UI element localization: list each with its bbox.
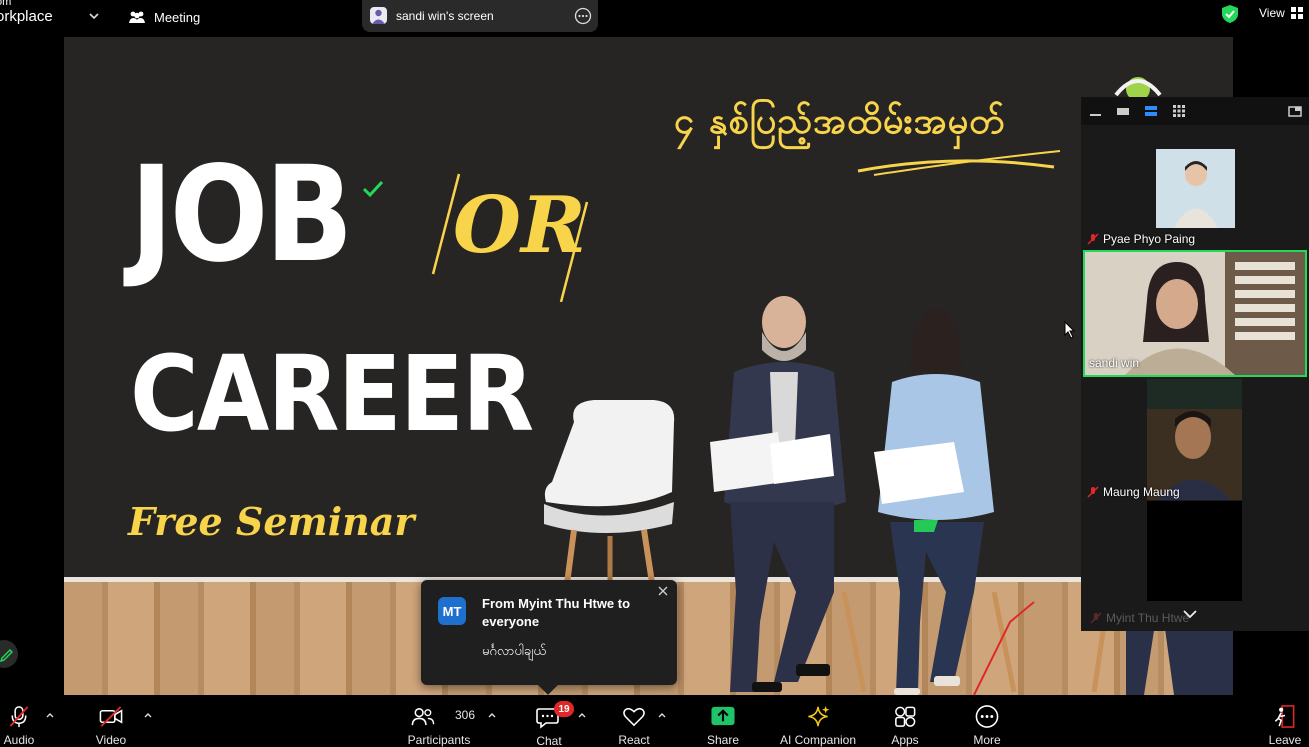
gallery-grid-icon[interactable] bbox=[1171, 103, 1187, 119]
audio-button[interactable]: Audio bbox=[0, 695, 38, 747]
title-underline-swoosh bbox=[857, 150, 1061, 176]
slide-or-text: OR bbox=[453, 180, 586, 271]
minimize-icon[interactable] bbox=[1087, 103, 1103, 119]
slide-job-text: JOB bbox=[130, 138, 353, 292]
react-button[interactable]: React bbox=[616, 695, 652, 747]
chat-button[interactable]: 19 Chat bbox=[534, 695, 574, 747]
participant-video bbox=[1156, 149, 1235, 228]
participant-name: Pyae Phyo Paing bbox=[1087, 232, 1195, 246]
mouse-cursor-icon bbox=[1064, 321, 1076, 339]
participants-options-caret-icon[interactable] bbox=[487, 711, 497, 719]
mic-muted-icon bbox=[1090, 612, 1102, 624]
participant-name-faded: Myint Thu Htwe bbox=[1090, 611, 1189, 625]
participant-name: Maung Maung bbox=[1087, 485, 1180, 499]
share-label: sandi win's screen bbox=[396, 9, 494, 23]
leave-button[interactable]: Leave bbox=[1268, 695, 1302, 747]
participant-tile-active-speaker[interactable]: sandi win bbox=[1083, 250, 1307, 377]
sparkle-icon bbox=[808, 705, 830, 727]
chat-message: မင်္ဂလာပါချယ် bbox=[482, 644, 547, 659]
react-options-caret-icon[interactable] bbox=[657, 711, 667, 719]
chat-notification[interactable]: MT From Myint Thu Htwe to everyone မင်္ဂ… bbox=[421, 580, 677, 695]
gallery-toolbar bbox=[1081, 97, 1309, 125]
slide-seminar-text: Free Seminar bbox=[128, 499, 415, 544]
sender-avatar: MT bbox=[438, 597, 466, 625]
leave-icon bbox=[1274, 705, 1295, 728]
mic-muted-icon bbox=[1087, 233, 1099, 245]
ai-companion-button[interactable]: AI Companion bbox=[778, 695, 858, 747]
apps-button[interactable]: Apps bbox=[888, 695, 922, 747]
share-screen-button[interactable]: Share bbox=[706, 695, 740, 747]
meeting-info-button[interactable]: Meeting bbox=[128, 6, 200, 28]
more-icon bbox=[975, 705, 999, 728]
participant-tile[interactable]: Maung Maung bbox=[1081, 377, 1309, 501]
participant-gallery: Pyae Phyo Paing sandi win Maung Maung bbox=[1081, 97, 1309, 631]
meeting-toolbar: Audio Video Participants 306 19 Chat Rea… bbox=[0, 695, 1309, 747]
screen-share-indicator[interactable]: sandi win's screen bbox=[362, 0, 598, 32]
sharer-avatar bbox=[370, 7, 387, 24]
people-icon bbox=[129, 11, 145, 23]
top-bar: om orkplace Meeting sandi win's screen V… bbox=[0, 0, 1309, 36]
participant-tile[interactable]: Pyae Phyo Paing bbox=[1081, 126, 1309, 250]
pop-out-icon[interactable] bbox=[1287, 103, 1303, 119]
close-icon[interactable] bbox=[657, 585, 669, 597]
chat-icon-wrap: 19 bbox=[536, 701, 574, 730]
audio-options-caret-icon[interactable] bbox=[45, 711, 55, 719]
mic-muted-icon bbox=[1087, 486, 1099, 498]
chat-unread-badge: 19 bbox=[554, 701, 574, 717]
participants-icon bbox=[411, 708, 435, 726]
apps-icon bbox=[895, 706, 916, 727]
participant-tile[interactable] bbox=[1147, 501, 1242, 601]
checkmark-icon bbox=[362, 180, 384, 198]
meeting-label: Meeting bbox=[154, 9, 201, 25]
more-button[interactable]: More bbox=[970, 695, 1004, 747]
video-options-caret-icon[interactable] bbox=[143, 711, 153, 719]
view-button[interactable]: View bbox=[1259, 6, 1303, 20]
share-screen-icon bbox=[711, 706, 735, 726]
chat-options-caret-icon[interactable] bbox=[577, 711, 587, 719]
participant-count: 306 bbox=[455, 708, 476, 722]
video-button[interactable]: Video bbox=[90, 695, 132, 747]
app-title: om orkplace bbox=[0, 0, 53, 25]
scroll-down-chevron-icon[interactable] bbox=[1180, 606, 1200, 622]
camera-off-icon bbox=[99, 706, 123, 727]
annotate-pen-button[interactable] bbox=[0, 640, 18, 668]
participant-video bbox=[1147, 379, 1242, 500]
pen-icon bbox=[0, 649, 13, 663]
view-grid-icon bbox=[1290, 7, 1303, 19]
slide-career-text: CAREER bbox=[130, 333, 534, 455]
hide-video-icon[interactable] bbox=[1115, 103, 1131, 119]
heart-icon bbox=[623, 707, 645, 727]
slide-or-block: OR bbox=[429, 172, 589, 303]
slide-myanmar-title: ၄ နှစ်ပြည့်အထိမ်းအမှတ် bbox=[674, 101, 1006, 142]
participant-name: sandi win bbox=[1089, 356, 1140, 370]
speaker-view-icon[interactable] bbox=[1143, 103, 1159, 119]
chevron-down-icon[interactable] bbox=[87, 9, 101, 23]
chat-sender: From Myint Thu Htwe to everyone bbox=[482, 596, 631, 629]
security-shield-icon[interactable] bbox=[1221, 4, 1239, 24]
more-options-icon[interactable] bbox=[574, 7, 592, 25]
microphone-muted-icon bbox=[9, 706, 29, 728]
